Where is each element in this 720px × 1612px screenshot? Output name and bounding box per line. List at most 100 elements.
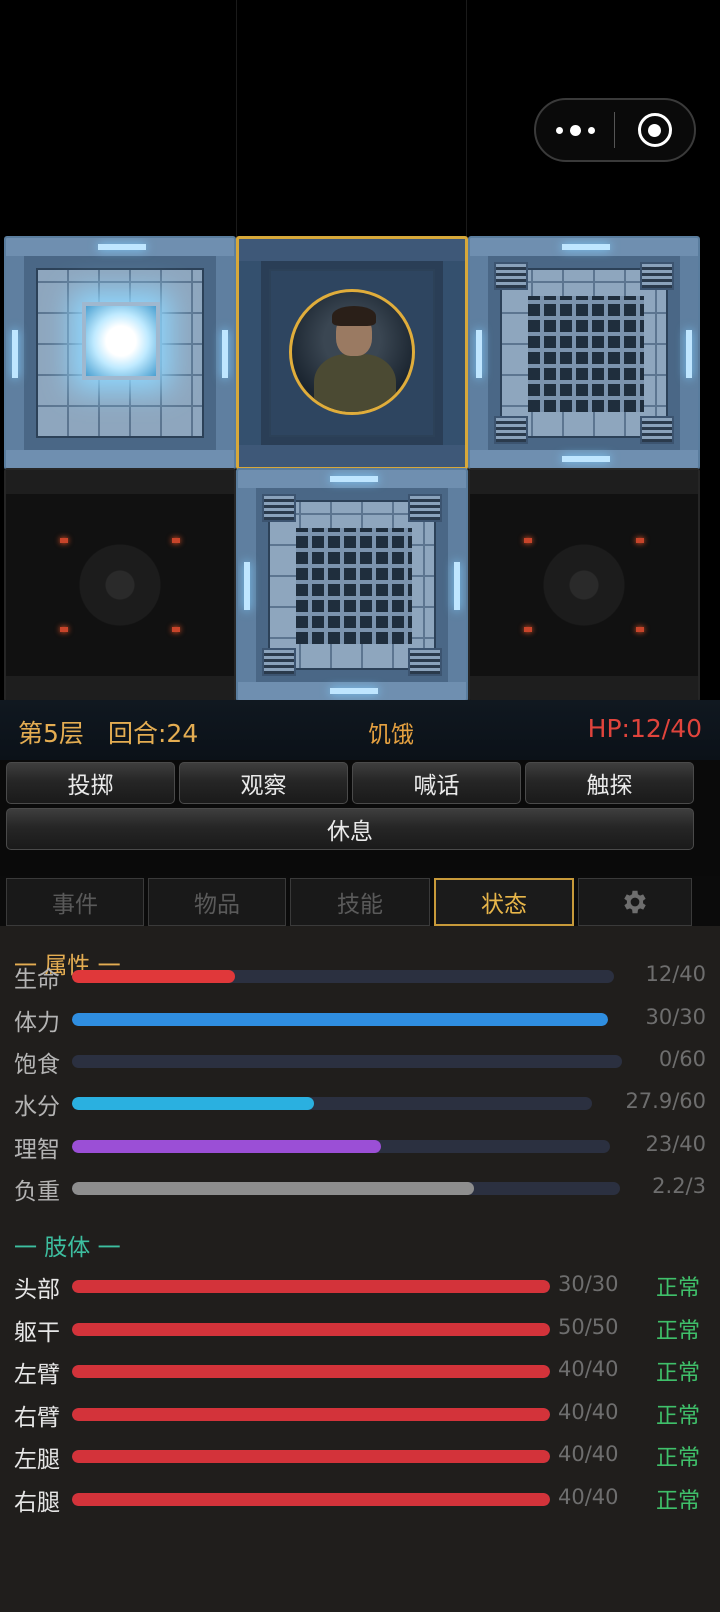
limb-bar — [72, 1450, 550, 1463]
attribute-bar — [72, 1097, 592, 1110]
limb-label: 右腿 — [14, 1490, 60, 1516]
limb-bar — [72, 1365, 550, 1378]
tab-settings[interactable] — [578, 878, 692, 926]
wall-light — [454, 562, 460, 610]
floor-grate — [296, 528, 412, 644]
tab-items[interactable]: 物品 — [148, 878, 286, 926]
tab-status[interactable]: 状态 — [434, 878, 574, 926]
room-walls — [470, 470, 698, 700]
limb-label: 左腿 — [14, 1447, 60, 1473]
attribute-bar-fill — [72, 1097, 314, 1110]
limb-bar — [72, 1323, 550, 1336]
attribute-label: 生命 — [14, 967, 60, 993]
room-walls — [6, 470, 234, 700]
vent — [262, 494, 296, 522]
observe-button[interactable]: 观察 — [179, 762, 348, 804]
limb-bar-fill — [72, 1408, 550, 1421]
wall-light — [12, 330, 18, 378]
vent — [494, 262, 528, 290]
attribute-value: 0/60 — [658, 1047, 706, 1071]
tab-bar: 事件 物品 技能 状态 — [0, 876, 720, 926]
vent — [640, 262, 674, 290]
wall-light — [222, 330, 228, 378]
vent — [640, 416, 674, 444]
limb-value: 40/40 — [558, 1357, 619, 1381]
limb-value: 40/40 — [558, 1400, 619, 1424]
limb-bar-fill — [72, 1450, 550, 1463]
attribute-label: 饱食 — [14, 1052, 60, 1078]
exit-portal-icon — [82, 302, 160, 380]
limb-value: 30/30 — [558, 1272, 619, 1296]
attribute-bar-fill — [72, 1013, 608, 1026]
red-light — [60, 627, 68, 632]
tab-skills[interactable]: 技能 — [290, 878, 430, 926]
vent — [262, 648, 296, 676]
player-body — [314, 354, 396, 412]
limb-bar — [72, 1408, 550, 1421]
red-light — [636, 627, 644, 632]
limb-value: 40/40 — [558, 1485, 619, 1509]
rest-button[interactable]: 休息 — [6, 808, 694, 850]
action-panel: 投掷 观察 喊话 触探 休息 — [0, 760, 720, 876]
attribute-bar — [72, 1182, 620, 1195]
close-target-icon[interactable] — [615, 113, 694, 147]
attribute-bar — [72, 1013, 608, 1026]
limb-bar-fill — [72, 1323, 550, 1336]
attribute-value: 27.9/60 — [625, 1089, 706, 1113]
limb-status: 正常 — [656, 1319, 701, 1344]
limb-status: 正常 — [656, 1489, 701, 1514]
vent — [494, 416, 528, 444]
red-light — [60, 538, 68, 543]
limb-label: 头部 — [14, 1277, 60, 1303]
map-room-dark[interactable] — [4, 468, 236, 702]
attribute-bar — [72, 1140, 610, 1153]
limb-label: 左臂 — [14, 1362, 60, 1388]
attribute-bar — [72, 1055, 622, 1068]
player-avatar — [289, 289, 415, 415]
wall-light — [330, 476, 378, 482]
red-light — [172, 627, 180, 632]
attribute-value: 30/30 — [645, 1005, 706, 1029]
red-light — [524, 627, 532, 632]
shout-button[interactable]: 喊话 — [352, 762, 521, 804]
grid-line — [466, 0, 467, 242]
more-menu-icon[interactable] — [536, 124, 614, 136]
attribute-value: 12/40 — [645, 962, 706, 986]
attribute-label: 理智 — [14, 1137, 60, 1163]
throw-button[interactable]: 投掷 — [6, 762, 175, 804]
limb-status: 正常 — [656, 1404, 701, 1429]
gear-icon — [624, 890, 646, 914]
limb-status: 正常 — [656, 1446, 701, 1471]
turn-counter: 回合:24 — [108, 719, 199, 748]
limb-value: 50/50 — [558, 1315, 619, 1339]
probe-button[interactable]: 触探 — [525, 762, 694, 804]
floor-grate — [528, 296, 644, 412]
limb-bar-fill — [72, 1493, 550, 1506]
wall-light — [686, 330, 692, 378]
attribute-label: 体力 — [14, 1010, 60, 1036]
tab-events[interactable]: 事件 — [6, 878, 144, 926]
attribute-value: 2.2/3 — [652, 1174, 706, 1198]
wall-light — [244, 562, 250, 610]
attribute-bar-fill — [72, 1140, 382, 1153]
wall-light — [330, 688, 378, 694]
miniprogram-capsule — [534, 98, 696, 162]
grid-line — [236, 0, 237, 242]
map-room-grate[interactable] — [468, 236, 700, 470]
status-bar: 第5层 回合:24 饥饿 HP:12/40 — [0, 700, 720, 760]
wall-light — [562, 456, 610, 462]
red-light — [636, 538, 644, 543]
vent — [408, 494, 442, 522]
attribute-bar-fill — [72, 970, 235, 983]
vent — [408, 648, 442, 676]
red-light — [172, 538, 180, 543]
wall-light — [98, 244, 146, 250]
map-room-dark[interactable] — [468, 468, 700, 702]
map-room-grate[interactable] — [236, 468, 468, 702]
limb-value: 40/40 — [558, 1442, 619, 1466]
limb-bar-fill — [72, 1365, 550, 1378]
attribute-label: 水分 — [14, 1094, 60, 1120]
map-room-portal[interactable] — [4, 236, 236, 470]
floor-label: 第5层 — [18, 719, 84, 748]
map-room-current[interactable] — [236, 236, 468, 470]
